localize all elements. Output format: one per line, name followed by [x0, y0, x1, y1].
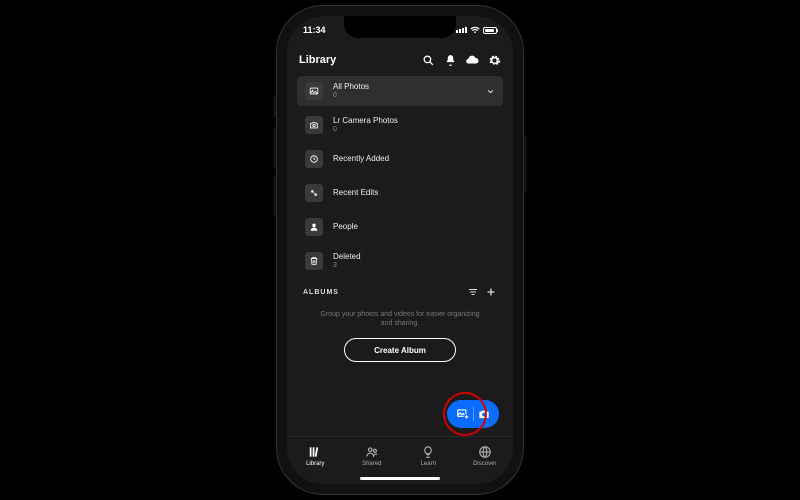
- capture-camera-icon: [477, 407, 491, 421]
- row-recent-edits[interactable]: Recent Edits: [297, 178, 503, 208]
- chevron-down-icon: [486, 87, 495, 96]
- trash-icon: [305, 252, 323, 270]
- phone-frame: 11:34 Library: [287, 16, 513, 484]
- row-deleted[interactable]: Deleted 3: [297, 246, 503, 276]
- row-title: Deleted: [333, 253, 495, 262]
- edits-icon: [305, 184, 323, 202]
- page-title: Library: [299, 54, 413, 66]
- row-title: Recently Added: [333, 155, 495, 164]
- tab-label: Learn: [421, 461, 436, 467]
- create-album-button[interactable]: Create Album: [344, 338, 456, 362]
- tab-label: Library: [306, 461, 324, 467]
- search-icon[interactable]: [421, 53, 435, 67]
- albums-section-header: ALBUMS: [287, 280, 513, 302]
- albums-hint: Group your photos and videos for easier …: [287, 302, 513, 338]
- gear-icon[interactable]: [487, 53, 501, 67]
- tab-learn[interactable]: Learn: [400, 437, 457, 474]
- side-button: [273, 96, 276, 118]
- camera-icon: [305, 116, 323, 134]
- row-title: Lr Camera Photos: [333, 117, 495, 126]
- home-indicator[interactable]: [360, 477, 440, 480]
- sort-icon[interactable]: [467, 286, 479, 298]
- notch: [344, 16, 456, 38]
- image-icon: [305, 82, 323, 100]
- library-icon: [308, 445, 322, 459]
- battery-icon: [483, 27, 497, 34]
- signal-icon: [456, 27, 467, 33]
- tab-shared[interactable]: Shared: [344, 437, 401, 474]
- side-button: [524, 136, 527, 192]
- app-header: Library: [287, 44, 513, 76]
- collections-list: All Photos 0 Lr Camera Photos 0: [287, 76, 513, 276]
- cloud-icon[interactable]: [465, 53, 479, 67]
- clock-icon: [305, 150, 323, 168]
- row-count: 0: [333, 92, 476, 100]
- tab-label: Discover: [473, 461, 496, 467]
- discover-icon: [478, 445, 492, 459]
- side-button: [273, 176, 276, 216]
- bell-icon[interactable]: [443, 53, 457, 67]
- row-count: 3: [333, 262, 495, 270]
- row-lr-camera[interactable]: Lr Camera Photos 0: [297, 110, 503, 140]
- wifi-icon: [470, 26, 480, 34]
- divider: [473, 407, 474, 421]
- albums-title: ALBUMS: [303, 289, 461, 296]
- status-indicators: [456, 26, 497, 34]
- shared-icon: [365, 445, 379, 459]
- tab-label: Shared: [362, 461, 381, 467]
- screen: 11:34 Library: [287, 16, 513, 484]
- status-time: 11:34: [303, 25, 326, 35]
- row-title: Recent Edits: [333, 189, 495, 198]
- learn-icon: [421, 445, 435, 459]
- row-all-photos[interactable]: All Photos 0: [297, 76, 503, 106]
- row-people[interactable]: People: [297, 212, 503, 242]
- row-count: 0: [333, 126, 495, 134]
- tab-library[interactable]: Library: [287, 437, 344, 474]
- add-photos-fab[interactable]: [447, 400, 499, 428]
- row-title: People: [333, 223, 495, 232]
- side-button: [273, 128, 276, 168]
- tab-discover[interactable]: Discover: [457, 437, 514, 474]
- row-title: All Photos: [333, 83, 476, 92]
- row-recently-added[interactable]: Recently Added: [297, 144, 503, 174]
- import-image-icon: [456, 407, 470, 421]
- plus-icon[interactable]: [485, 286, 497, 298]
- person-icon: [305, 218, 323, 236]
